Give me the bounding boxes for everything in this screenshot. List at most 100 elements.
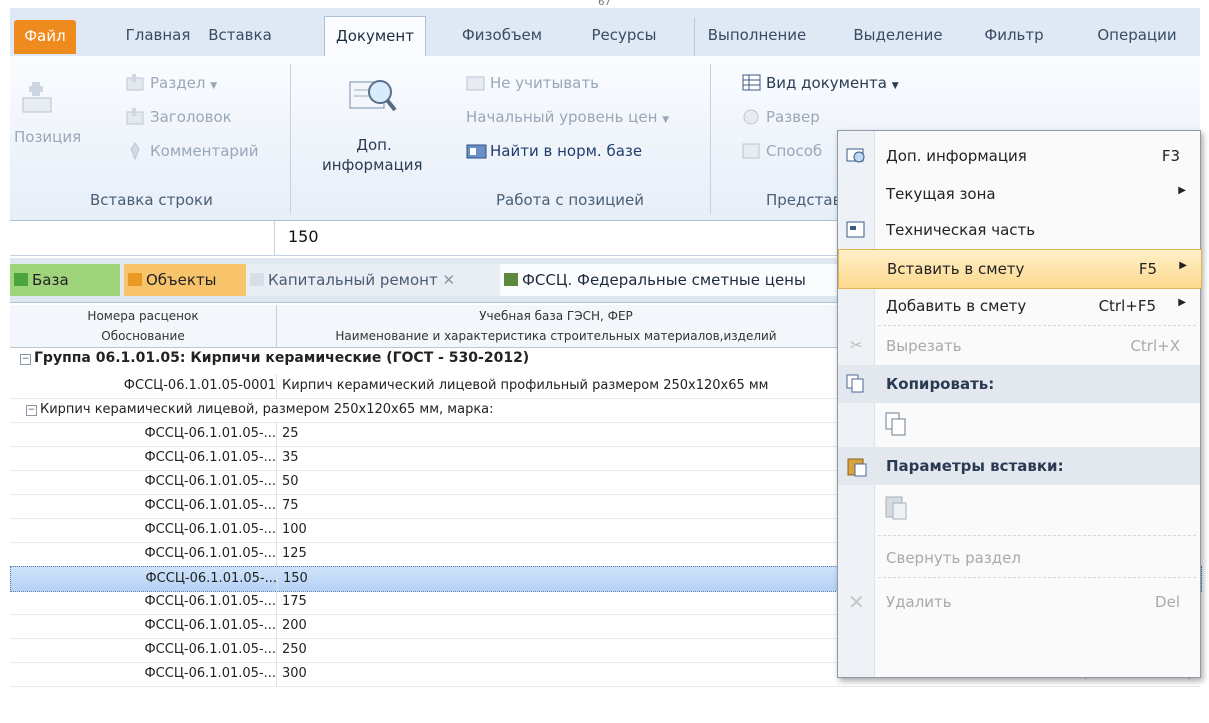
document-view-icon [742, 74, 761, 91]
tech-part-icon [846, 221, 865, 238]
base-icon [14, 273, 28, 286]
menu-item-current-zone[interactable]: Текущая зона ▶ [838, 175, 1200, 213]
tab-objects[interactable]: Объекты [124, 264, 256, 296]
row-code: ФССЦ-06.1.01.05-... [144, 450, 276, 465]
comment-icon [130, 142, 140, 160]
menu-item-tech-part[interactable]: Техническая часть [838, 211, 1200, 249]
cell-divider [276, 374, 277, 398]
close-icon[interactable]: ✕ [443, 271, 456, 289]
row-code: ФССЦ-06.1.01.05-... [144, 594, 276, 609]
row-code: ФССЦ-06.1.01.05-0001 [123, 378, 276, 393]
row-code: ФССЦ-06.1.01.05-... [144, 426, 276, 441]
dop-info-button[interactable]: информация [322, 156, 423, 174]
row-code: ФССЦ-06.1.01.05-... [145, 571, 277, 586]
menu-item-collapse-section[interactable]: Свернуть раздел [838, 539, 1200, 577]
cell-divider [276, 494, 277, 518]
fssc-icon [504, 273, 518, 286]
tab-document[interactable]: Документ [324, 16, 426, 58]
menu-header-paste-params: Параметры вставки: [838, 447, 1200, 485]
cell-divider [276, 662, 277, 686]
section-icon [126, 74, 144, 91]
row-code: ФССЦ-06.1.01.05-... [144, 498, 276, 513]
col-header-justification[interactable]: Обоснование [10, 329, 276, 343]
cell-divider [276, 614, 277, 638]
menu-separator [878, 535, 1196, 536]
insert-heading-button[interactable]: Заголовок [150, 108, 232, 126]
delete-icon: ✕ [848, 590, 865, 614]
cell-divider [276, 590, 277, 614]
scissors-icon: ✂ [850, 336, 863, 354]
tab-physvolume[interactable]: Физобъем [456, 18, 548, 56]
tab-home[interactable]: Главная [118, 18, 198, 56]
insert-position-icon [22, 82, 52, 113]
exclude-icon [466, 76, 485, 91]
tab-operations[interactable]: Операции [1084, 18, 1190, 56]
row-code: ФССЦ-06.1.01.05-... [144, 546, 276, 561]
insert-comment-button[interactable]: Комментарий [150, 142, 258, 160]
row-name: 200 [282, 618, 307, 633]
row-code: ФССЦ-06.1.01.05-... [144, 666, 276, 681]
menu-tab-bar: Файл Главная Вставка Документ Физобъем Р… [10, 8, 1200, 58]
submenu-arrow-icon: ▶ [1178, 297, 1186, 308]
row-name: 300 [282, 666, 307, 681]
row-name: 25 [282, 426, 299, 441]
tab-base[interactable]: База [10, 264, 120, 296]
chevron-down-icon: ▼ [662, 115, 670, 125]
collapse-icon[interactable]: − [20, 354, 31, 365]
row-name: 35 [282, 450, 299, 465]
tab-capital-repair[interactable]: Капитальный ремонт ✕ [246, 264, 518, 296]
collapse-icon[interactable]: − [26, 405, 37, 416]
formula-value-field[interactable]: 150 [288, 227, 319, 246]
menu-item-cut[interactable]: ✂ Вырезать Ctrl+X [838, 327, 1200, 365]
tab-filter[interactable]: Фильтр [974, 18, 1054, 56]
row-name: 125 [282, 546, 307, 561]
info-icon [846, 148, 865, 163]
paste-icon [847, 458, 867, 477]
menu-header-copy: Копировать: [838, 365, 1200, 403]
subgroup-label: − Кирпич керамический лицевой, размером 2… [26, 402, 494, 417]
col-header-numbers[interactable]: Номера расценок [10, 309, 276, 323]
tab-insert[interactable]: Вставка [202, 18, 278, 56]
document-view-button[interactable]: Вид документа ▼ [766, 74, 899, 92]
col-header-name[interactable]: Наименование и характеристика строительн… [276, 329, 836, 343]
row-code: ФССЦ-06.1.01.05-... [144, 618, 276, 633]
menu-item-dop-info[interactable]: Доп. информация F3 [838, 137, 1200, 175]
method-button[interactable]: Способ [766, 142, 822, 160]
objects-icon [128, 273, 142, 286]
cell-divider [276, 446, 277, 470]
expand-button[interactable]: Развер [766, 108, 820, 126]
row-name: 175 [282, 594, 307, 609]
context-menu: Доп. информация F3 Текущая зона ▶ Техничес… [837, 130, 1202, 678]
cell-divider [277, 567, 278, 591]
row-name: 150 [283, 571, 308, 586]
tab-fssc[interactable]: ФССЦ. Федеральные сметные цены [500, 264, 862, 296]
find-in-norm-base-button[interactable]: Найти в норм. базе [490, 142, 642, 160]
copy-icon [846, 374, 864, 393]
chevron-down-icon: ▼ [210, 81, 218, 91]
group-label-insert-row: Вставка строки [90, 191, 213, 209]
insert-section-button[interactable]: Раздел ▼ [150, 74, 217, 92]
menu-item-delete[interactable]: ✕ Удалить Del [838, 583, 1200, 621]
submenu-arrow-icon: ▶ [1179, 260, 1187, 271]
group-label-position-work: Работа с позицией [496, 191, 645, 209]
tab-selection[interactable]: Выделение [846, 18, 950, 56]
exclude-button[interactable]: Не учитывать [490, 74, 599, 92]
paste-option-icon[interactable] [884, 493, 910, 523]
row-name: 75 [282, 498, 299, 513]
initial-price-level-button[interactable]: Начальный уровень цен ▼ [466, 108, 669, 126]
row-code: ФССЦ-06.1.01.05-... [144, 474, 276, 489]
tab-execution[interactable]: Выполнение [694, 18, 819, 56]
tab-resources[interactable]: Ресурсы [582, 18, 666, 56]
col-header-base[interactable]: Учебная база ГЭСН, ФЕР [276, 309, 836, 323]
row-name: 250 [282, 642, 307, 657]
copy-option-icon[interactable] [884, 411, 908, 439]
cell-divider [276, 638, 277, 662]
row-name: Кирпич керамический лицевой профильный р… [282, 378, 769, 393]
menu-item-add-estimate[interactable]: Добавить в смету Ctrl+F5 ▶ [838, 287, 1200, 325]
chevron-down-icon: ▼ [891, 81, 899, 91]
menu-item-insert-estimate[interactable]: Вставить в смету F5 ▶ [838, 249, 1202, 289]
heading-icon [126, 108, 144, 125]
method-icon [742, 143, 760, 159]
tab-file[interactable]: Файл [14, 20, 76, 54]
insert-position-button[interactable]: Позиция [14, 128, 81, 146]
